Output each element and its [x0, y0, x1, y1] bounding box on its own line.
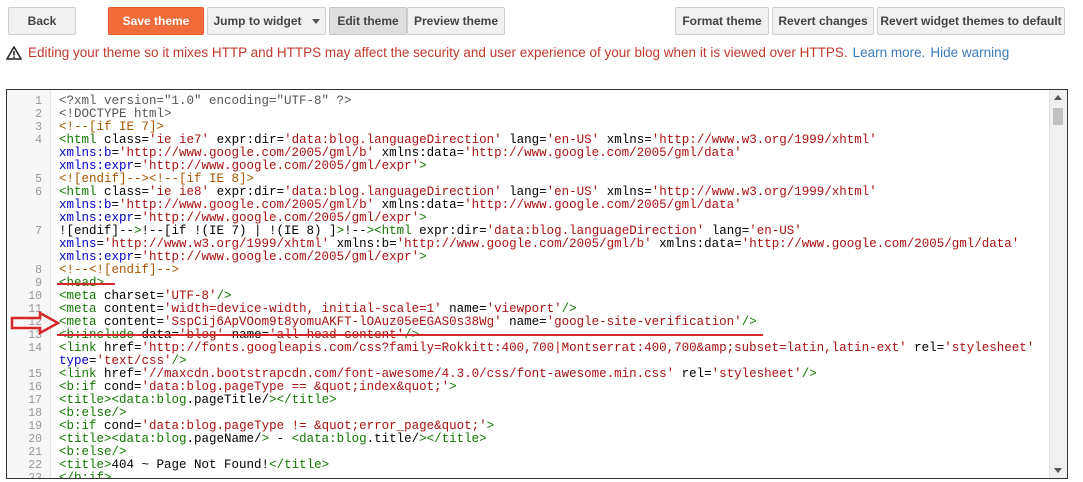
line-number: 2 [35, 108, 42, 121]
jump-to-widget-button[interactable]: Jump to widget [207, 7, 326, 35]
line-number: 14 [28, 342, 42, 355]
line-number: 4 [35, 134, 42, 147]
line-number: 19 [28, 420, 42, 433]
hide-warning-link[interactable]: Hide warning [930, 45, 1009, 60]
https-warning: Editing your theme so it mixes HTTP and … [6, 45, 1009, 60]
line-number [7, 147, 42, 160]
scrollbar-thumb[interactable] [1053, 108, 1063, 125]
line-number: 21 [28, 446, 42, 459]
line-number: 17 [28, 394, 42, 407]
line-number: 18 [28, 407, 42, 420]
warning-text: Editing your theme so it mixes HTTP and … [28, 45, 848, 60]
save-theme-button[interactable]: Save theme [108, 7, 204, 35]
right-arrow-annotation [10, 311, 61, 335]
meta-underline-annotation [57, 334, 763, 336]
back-button[interactable]: Back [8, 7, 76, 35]
learn-more-link[interactable]: Learn more. [853, 45, 926, 60]
chevron-down-icon [311, 18, 320, 24]
line-number: 5 [35, 173, 42, 186]
revert-changes-button[interactable]: Revert changes [772, 7, 874, 35]
warning-icon [6, 45, 22, 60]
line-number: 1 [35, 95, 42, 108]
code-editor[interactable]: 1 <?xml version="1.0" encoding="UTF-8" ?>… [6, 89, 1068, 479]
line-number: 22 [28, 459, 42, 472]
line-number [7, 199, 42, 212]
line-number: 16 [28, 381, 42, 394]
vertical-scrollbar[interactable] [1049, 90, 1067, 478]
line-number: 10 [28, 290, 42, 303]
scroll-down-icon[interactable] [1054, 468, 1062, 473]
head-underline-annotation [57, 283, 115, 285]
preview-theme-tab[interactable]: Preview theme [407, 7, 505, 35]
code-line[interactable]: </b:if> [59, 472, 112, 479]
line-number [7, 212, 42, 225]
code-line[interactable]: <link href='http://fonts.googleapis.com/… [59, 342, 1034, 355]
line-number: 20 [28, 433, 42, 446]
line-number: 15 [28, 368, 42, 381]
revert-widget-themes-button[interactable]: Revert widget themes to default [877, 7, 1065, 35]
line-number: 7 [35, 225, 42, 238]
line-number [7, 251, 42, 264]
line-number: 8 [35, 264, 42, 277]
edit-theme-tab[interactable]: Edit theme [329, 7, 407, 35]
line-number: 23 [28, 472, 42, 479]
line-number: 6 [35, 186, 42, 199]
jump-to-widget-label: Jump to widget [213, 14, 302, 28]
scroll-up-icon[interactable] [1054, 95, 1062, 100]
line-number [7, 238, 42, 251]
line-number [7, 355, 42, 368]
line-number: 9 [35, 277, 42, 290]
line-number: 3 [35, 121, 42, 134]
line-number [7, 160, 42, 173]
format-theme-button[interactable]: Format theme [675, 7, 769, 35]
